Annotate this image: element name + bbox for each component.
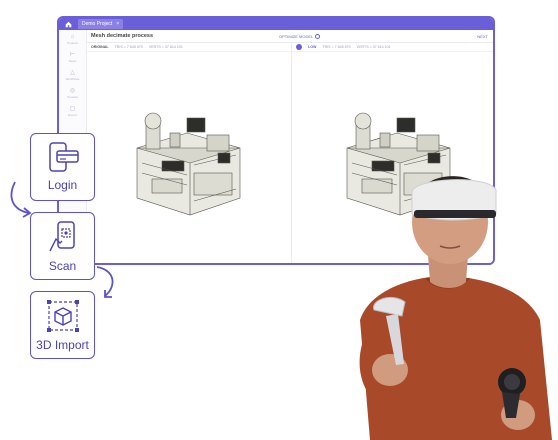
sidebar-item-label: Export (68, 112, 77, 117)
step-label: Login (47, 178, 78, 192)
step-card-scan[interactable]: Scan (30, 212, 95, 280)
steps-icon: ⊢ (69, 51, 76, 58)
panel-header: ORIGINAL TRIS = 7 645 570 VERTS = 37 614… (87, 43, 291, 52)
phone-card-icon (48, 142, 79, 172)
optimize-model-button[interactable]: OPTIMIZE MODEL (279, 33, 321, 39)
low-badge-icon (296, 44, 302, 50)
sidebar-item-label: Projects (67, 40, 78, 45)
sidebar-item-label: Preview (67, 94, 78, 99)
tab-title: Demo Project (82, 21, 113, 27)
panel-name: ORIGINAL (91, 45, 109, 49)
gear-icon (315, 33, 321, 39)
toolbar: Mesh decimate process OPTIMIZE MODEL NEX… (87, 30, 493, 43)
sidebar-item-preview[interactable]: ◎ Preview (59, 84, 86, 102)
original-panel[interactable]: ORIGINAL TRIS = 7 645 570 VERTS = 37 614… (87, 43, 292, 263)
export-icon: ▢ (69, 105, 76, 112)
panel-name: LOW (308, 45, 317, 49)
folder-icon: ⌂ (70, 33, 75, 40)
sidebar-item-label: Steps (68, 58, 77, 63)
sidebar-item-projects[interactable]: ⌂ Projects (59, 30, 86, 48)
workflow-icon: △ (70, 69, 75, 76)
title-bar: Demo Project × (59, 18, 493, 30)
verts-count: VERTS = 37 614 101 (356, 45, 391, 49)
cube-import-icon (46, 300, 79, 332)
step-card-3d-import[interactable]: 3D Import (30, 291, 95, 359)
person-vr-headset-image (359, 176, 552, 440)
close-icon[interactable]: × (116, 21, 119, 27)
curved-arrow-icon (96, 266, 114, 298)
tris-count: TRIS = 7 645 570 (322, 45, 351, 49)
machine-model-original (136, 112, 241, 216)
eye-icon: ◎ (69, 87, 76, 94)
home-icon[interactable] (62, 19, 74, 29)
step-card-login[interactable]: Login (30, 133, 95, 201)
tris-count: TRIS = 7 645 570 (114, 45, 143, 49)
step-label: Scan (48, 259, 77, 273)
sidebar-item-export[interactable]: ▢ Export (59, 102, 86, 120)
panel-header: LOW TRIS = 7 645 570 VERTS = 37 614 101 (292, 43, 493, 52)
step-label: 3D Import (36, 338, 89, 352)
verts-count: VERTS = 37 614 101 (148, 45, 183, 49)
sidebar-item-workflows[interactable]: △ Workflows (59, 66, 86, 84)
sidebar-item-steps[interactable]: ⊢ Steps (59, 48, 86, 66)
phone-scan-icon (48, 221, 75, 252)
next-button[interactable]: NEXT (477, 34, 488, 39)
sidebar-item-label: Workflows (65, 76, 80, 81)
tab-demo-project[interactable]: Demo Project × (78, 19, 124, 29)
page-title: Mesh decimate process (91, 33, 154, 39)
optimize-label: OPTIMIZE MODEL (279, 33, 314, 39)
